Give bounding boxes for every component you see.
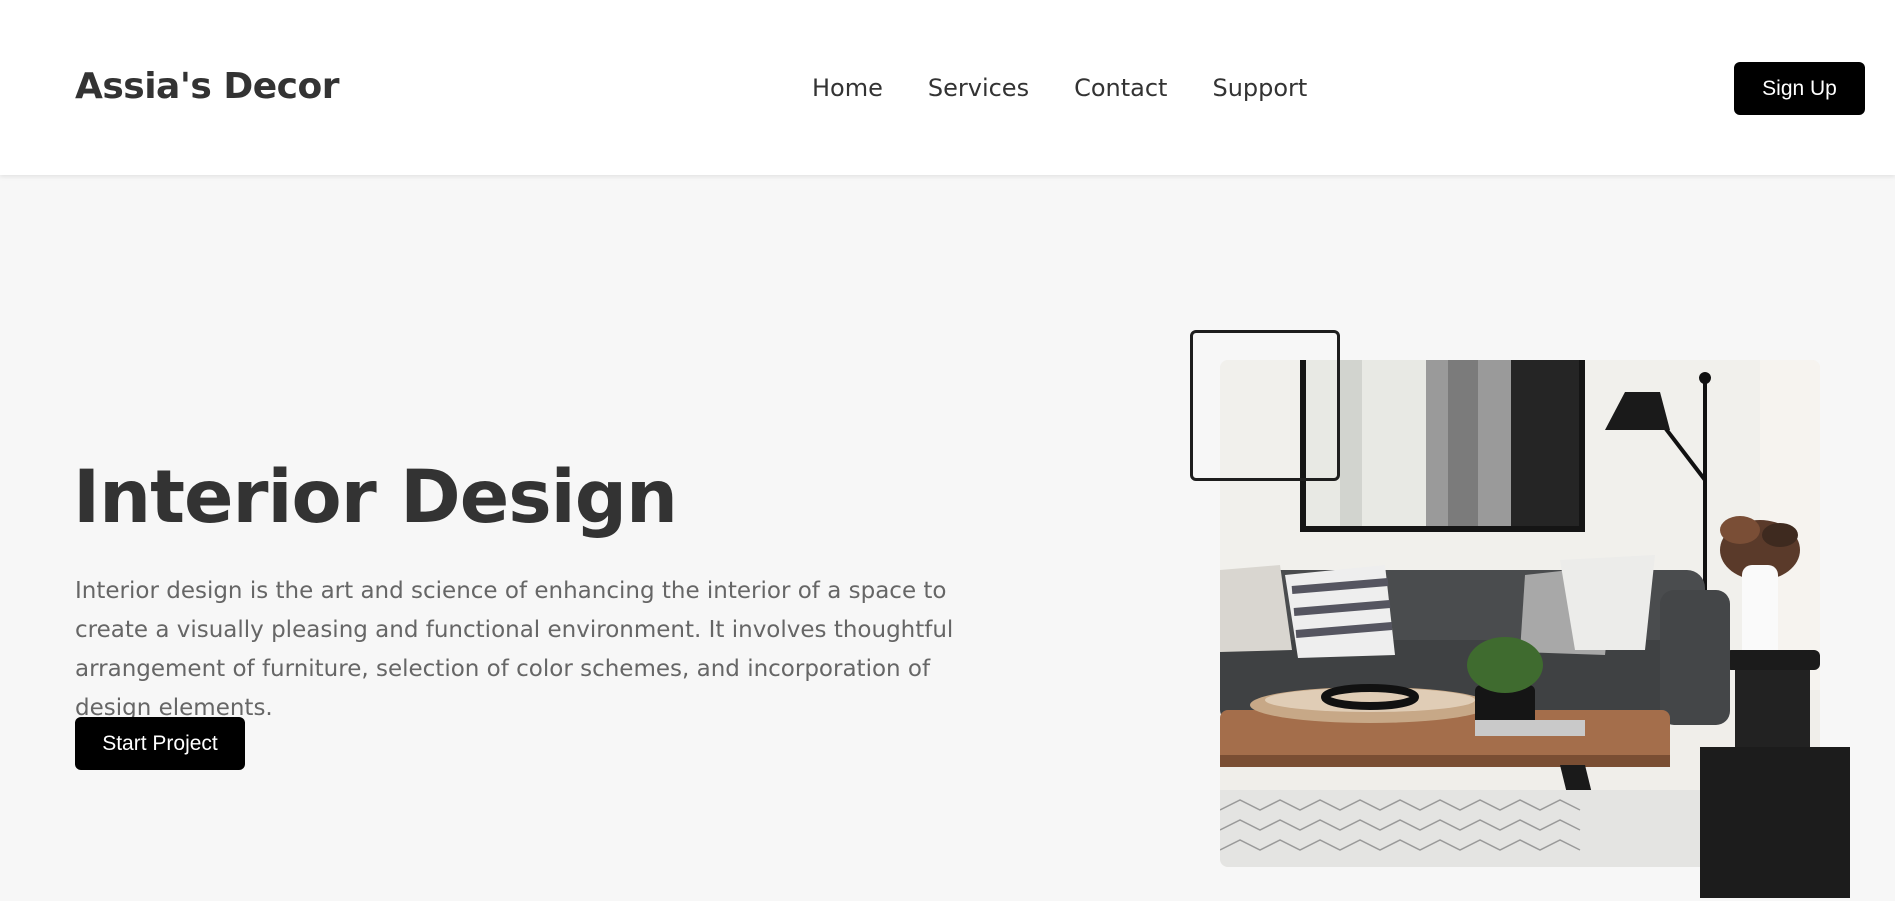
decorative-outline-square xyxy=(1190,330,1340,481)
nav-contact-link[interactable]: Contact xyxy=(1074,74,1167,102)
nav-support-link[interactable]: Support xyxy=(1212,74,1307,102)
nav-services-link[interactable]: Services xyxy=(928,74,1029,102)
site-logo[interactable]: Assia's Decor xyxy=(75,66,339,107)
signup-button[interactable]: Sign Up xyxy=(1734,62,1865,115)
nav-home-link[interactable]: Home xyxy=(812,74,883,102)
hero-title: Interior Design xyxy=(73,455,678,540)
site-header: Assia's Decor Home Services Contact Supp… xyxy=(0,0,1895,175)
hero-description: Interior design is the art and science o… xyxy=(75,578,954,721)
decorative-dark-square xyxy=(1700,747,1850,898)
main-nav: Home Services Contact Support xyxy=(812,74,1307,102)
start-project-button[interactable]: Start Project xyxy=(75,717,245,770)
